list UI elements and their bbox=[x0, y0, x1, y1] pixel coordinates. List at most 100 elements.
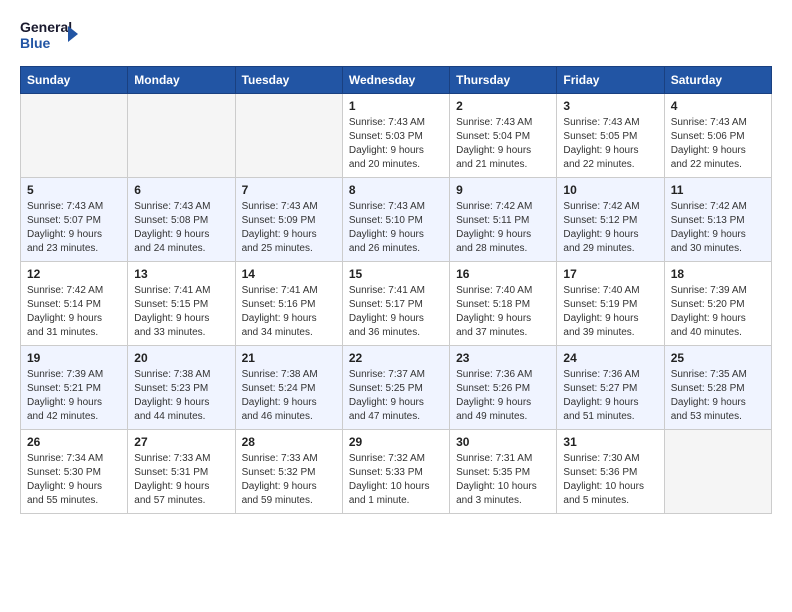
day-info: Sunrise: 7:39 AM Sunset: 5:21 PM Dayligh… bbox=[27, 368, 121, 424]
day-info: Sunrise: 7:43 AM Sunset: 5:04 PM Dayligh… bbox=[456, 116, 550, 172]
day-cell bbox=[664, 430, 771, 514]
day-cell: 6Sunrise: 7:43 AM Sunset: 5:08 PM Daylig… bbox=[128, 178, 235, 262]
day-info: Sunrise: 7:39 AM Sunset: 5:20 PM Dayligh… bbox=[671, 284, 765, 340]
day-number: 5 bbox=[27, 183, 121, 197]
day-number: 23 bbox=[456, 351, 550, 365]
day-cell: 16 Sunrise: 7:40 AM Sunset: 5:18 PM Dayli… bbox=[450, 262, 557, 346]
day-info: Sunrise: 7:38 AM Sunset: 5:24 PM Dayligh… bbox=[242, 368, 336, 424]
day-cell: 23 Sunrise: 7:36 AM Sunset: 5:26 PM Dayli… bbox=[450, 346, 557, 430]
day-number: 10 bbox=[563, 183, 657, 197]
week-row-5: 26Sunrise: 7:34 AM Sunset: 5:30 PM Dayli… bbox=[21, 430, 772, 514]
day-cell: 4 Sunrise: 7:43 AM Sunset: 5:06 PM Daylig… bbox=[664, 94, 771, 178]
day-cell: 9 Sunrise: 7:42 AM Sunset: 5:11 PM Daylig… bbox=[450, 178, 557, 262]
day-cell: 14 Sunrise: 7:41 AM Sunset: 5:16 PM Dayli… bbox=[235, 262, 342, 346]
week-row-3: 12 Sunrise: 7:42 AM Sunset: 5:14 PM Dayli… bbox=[21, 262, 772, 346]
logo: GeneralBlue bbox=[20, 16, 80, 54]
day-number: 25 bbox=[671, 351, 765, 365]
day-cell: 7 Sunrise: 7:43 AM Sunset: 5:09 PM Daylig… bbox=[235, 178, 342, 262]
day-cell: 15Sunrise: 7:41 AM Sunset: 5:17 PM Dayli… bbox=[342, 262, 449, 346]
day-cell: 11 Sunrise: 7:42 AM Sunset: 5:13 PM Dayli… bbox=[664, 178, 771, 262]
day-number: 16 bbox=[456, 267, 550, 281]
day-cell bbox=[21, 94, 128, 178]
day-info: Sunrise: 7:40 AM Sunset: 5:18 PM Dayligh… bbox=[456, 284, 550, 340]
day-info: Sunrise: 7:43 AM Sunset: 5:06 PM Dayligh… bbox=[671, 116, 765, 172]
day-number: 24 bbox=[563, 351, 657, 365]
day-number: 4 bbox=[671, 99, 765, 113]
day-info: Sunrise: 7:42 AM Sunset: 5:12 PM Dayligh… bbox=[563, 200, 657, 256]
week-row-2: 5 Sunrise: 7:43 AM Sunset: 5:07 PM Daylig… bbox=[21, 178, 772, 262]
day-info: Sunrise: 7:38 AM Sunset: 5:23 PM Dayligh… bbox=[134, 368, 228, 424]
day-info: Sunrise: 7:43 AM Sunset: 5:09 PM Dayligh… bbox=[242, 200, 336, 256]
logo-svg: GeneralBlue bbox=[20, 16, 80, 54]
day-info: Sunrise: 7:42 AM Sunset: 5:13 PM Dayligh… bbox=[671, 200, 765, 256]
day-info: Sunrise: 7:42 AM Sunset: 5:14 PM Dayligh… bbox=[27, 284, 121, 340]
day-cell: 8 Sunrise: 7:43 AM Sunset: 5:10 PM Daylig… bbox=[342, 178, 449, 262]
calendar: SundayMondayTuesdayWednesdayThursdayFrid… bbox=[20, 66, 772, 514]
day-number: 7 bbox=[242, 183, 336, 197]
header-sunday: Sunday bbox=[21, 67, 128, 94]
day-info: Sunrise: 7:40 AM Sunset: 5:19 PM Dayligh… bbox=[563, 284, 657, 340]
day-info: Sunrise: 7:31 AM Sunset: 5:35 PM Dayligh… bbox=[456, 452, 550, 508]
svg-text:Blue: Blue bbox=[20, 35, 51, 51]
day-info: Sunrise: 7:41 AM Sunset: 5:17 PM Dayligh… bbox=[349, 284, 443, 340]
day-cell: 27Sunrise: 7:33 AM Sunset: 5:31 PM Dayli… bbox=[128, 430, 235, 514]
day-info: Sunrise: 7:36 AM Sunset: 5:27 PM Dayligh… bbox=[563, 368, 657, 424]
header-row: SundayMondayTuesdayWednesdayThursdayFrid… bbox=[21, 67, 772, 94]
day-number: 31 bbox=[563, 435, 657, 449]
header-wednesday: Wednesday bbox=[342, 67, 449, 94]
day-cell: 21 Sunrise: 7:38 AM Sunset: 5:24 PM Dayli… bbox=[235, 346, 342, 430]
day-cell bbox=[235, 94, 342, 178]
day-info: Sunrise: 7:43 AM Sunset: 5:08 PM Dayligh… bbox=[134, 200, 228, 256]
header-thursday: Thursday bbox=[450, 67, 557, 94]
day-info: Sunrise: 7:34 AM Sunset: 5:30 PM Dayligh… bbox=[27, 452, 121, 508]
header-monday: Monday bbox=[128, 67, 235, 94]
day-cell: 2 Sunrise: 7:43 AM Sunset: 5:04 PM Daylig… bbox=[450, 94, 557, 178]
header-tuesday: Tuesday bbox=[235, 67, 342, 94]
day-cell bbox=[128, 94, 235, 178]
day-info: Sunrise: 7:41 AM Sunset: 5:16 PM Dayligh… bbox=[242, 284, 336, 340]
week-row-4: 19Sunrise: 7:39 AM Sunset: 5:21 PM Dayli… bbox=[21, 346, 772, 430]
day-cell: 12 Sunrise: 7:42 AM Sunset: 5:14 PM Dayli… bbox=[21, 262, 128, 346]
header: GeneralBlue bbox=[20, 16, 772, 54]
day-number: 12 bbox=[27, 267, 121, 281]
day-number: 3 bbox=[563, 99, 657, 113]
day-info: Sunrise: 7:42 AM Sunset: 5:11 PM Dayligh… bbox=[456, 200, 550, 256]
day-cell: 22Sunrise: 7:37 AM Sunset: 5:25 PM Dayli… bbox=[342, 346, 449, 430]
day-number: 8 bbox=[349, 183, 443, 197]
day-number: 2 bbox=[456, 99, 550, 113]
day-info: Sunrise: 7:30 AM Sunset: 5:36 PM Dayligh… bbox=[563, 452, 657, 508]
day-cell: 24 Sunrise: 7:36 AM Sunset: 5:27 PM Dayli… bbox=[557, 346, 664, 430]
day-number: 18 bbox=[671, 267, 765, 281]
day-cell: 30 Sunrise: 7:31 AM Sunset: 5:35 PM Dayli… bbox=[450, 430, 557, 514]
day-info: Sunrise: 7:43 AM Sunset: 5:03 PM Dayligh… bbox=[349, 116, 443, 172]
day-info: Sunrise: 7:36 AM Sunset: 5:26 PM Dayligh… bbox=[456, 368, 550, 424]
day-cell: 29Sunrise: 7:32 AM Sunset: 5:33 PM Dayli… bbox=[342, 430, 449, 514]
day-cell: 1 Sunrise: 7:43 AM Sunset: 5:03 PM Daylig… bbox=[342, 94, 449, 178]
day-cell: 26Sunrise: 7:34 AM Sunset: 5:30 PM Dayli… bbox=[21, 430, 128, 514]
day-number: 9 bbox=[456, 183, 550, 197]
day-info: Sunrise: 7:33 AM Sunset: 5:32 PM Dayligh… bbox=[242, 452, 336, 508]
day-number: 11 bbox=[671, 183, 765, 197]
day-cell: 3Sunrise: 7:43 AM Sunset: 5:05 PM Daylig… bbox=[557, 94, 664, 178]
day-info: Sunrise: 7:41 AM Sunset: 5:15 PM Dayligh… bbox=[134, 284, 228, 340]
day-number: 20 bbox=[134, 351, 228, 365]
day-number: 30 bbox=[456, 435, 550, 449]
day-cell: 28Sunrise: 7:33 AM Sunset: 5:32 PM Dayli… bbox=[235, 430, 342, 514]
day-info: Sunrise: 7:32 AM Sunset: 5:33 PM Dayligh… bbox=[349, 452, 443, 508]
day-cell: 25 Sunrise: 7:35 AM Sunset: 5:28 PM Dayli… bbox=[664, 346, 771, 430]
day-cell: 31 Sunrise: 7:30 AM Sunset: 5:36 PM Dayli… bbox=[557, 430, 664, 514]
day-info: Sunrise: 7:43 AM Sunset: 5:10 PM Dayligh… bbox=[349, 200, 443, 256]
day-number: 1 bbox=[349, 99, 443, 113]
header-friday: Friday bbox=[557, 67, 664, 94]
day-cell: 19Sunrise: 7:39 AM Sunset: 5:21 PM Dayli… bbox=[21, 346, 128, 430]
day-cell: 5 Sunrise: 7:43 AM Sunset: 5:07 PM Daylig… bbox=[21, 178, 128, 262]
header-saturday: Saturday bbox=[664, 67, 771, 94]
day-info: Sunrise: 7:35 AM Sunset: 5:28 PM Dayligh… bbox=[671, 368, 765, 424]
day-info: Sunrise: 7:43 AM Sunset: 5:07 PM Dayligh… bbox=[27, 200, 121, 256]
day-number: 21 bbox=[242, 351, 336, 365]
day-info: Sunrise: 7:33 AM Sunset: 5:31 PM Dayligh… bbox=[134, 452, 228, 508]
svg-text:General: General bbox=[20, 19, 72, 35]
day-number: 14 bbox=[242, 267, 336, 281]
week-row-1: 1 Sunrise: 7:43 AM Sunset: 5:03 PM Daylig… bbox=[21, 94, 772, 178]
day-cell: 10 Sunrise: 7:42 AM Sunset: 5:12 PM Dayli… bbox=[557, 178, 664, 262]
